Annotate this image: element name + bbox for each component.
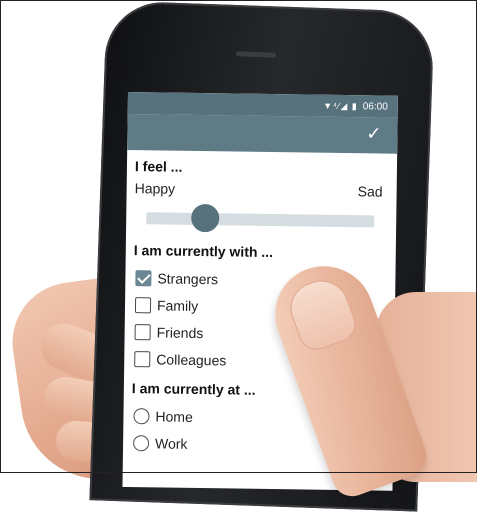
slider-track[interactable]	[146, 212, 375, 228]
checkbox-label: Family	[156, 296, 199, 314]
checkbox-icon[interactable]	[134, 323, 151, 340]
checkbox-icon[interactable]	[134, 296, 152, 313]
radio-label: Home	[155, 407, 193, 425]
radio-icon[interactable]	[132, 434, 150, 451]
mood-slider[interactable]	[146, 202, 375, 235]
check-icon[interactable]: ✓	[366, 123, 381, 144]
checkbox-checked-icon[interactable]	[135, 269, 152, 286]
thumbnail-nail	[283, 272, 361, 355]
slider-thumb[interactable]	[191, 203, 220, 233]
slider-left-label: Happy	[134, 180, 176, 197]
with-title: I am currently with ...	[133, 242, 274, 261]
checkbox-label: Colleagues	[156, 350, 227, 368]
checkbox-label: Strangers	[157, 269, 219, 287]
slider-right-label: Sad	[357, 183, 383, 200]
status-icons: ▼⁴⁄◢ ▮	[323, 100, 358, 111]
radio-label: Work	[154, 434, 188, 452]
slider-labels: Happy Sad	[135, 180, 387, 200]
checkbox-label: Friends	[156, 323, 204, 341]
feel-title: I feel ...	[134, 158, 183, 175]
status-time: 06:00	[362, 100, 388, 113]
app-bar: ✓	[127, 113, 398, 154]
radio-icon[interactable]	[133, 407, 150, 424]
checkbox-icon[interactable]	[134, 350, 151, 367]
